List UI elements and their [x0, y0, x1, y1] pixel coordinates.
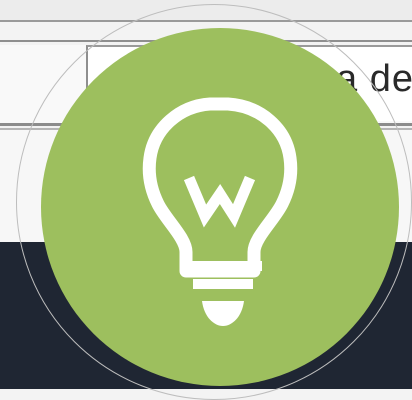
logo-badge[interactable] — [41, 28, 399, 386]
lightbulb-icon — [41, 28, 399, 386]
bulb-base-band-2 — [193, 279, 253, 289]
badge-background — [41, 28, 399, 386]
bulb-base-band-1 — [184, 261, 262, 271]
